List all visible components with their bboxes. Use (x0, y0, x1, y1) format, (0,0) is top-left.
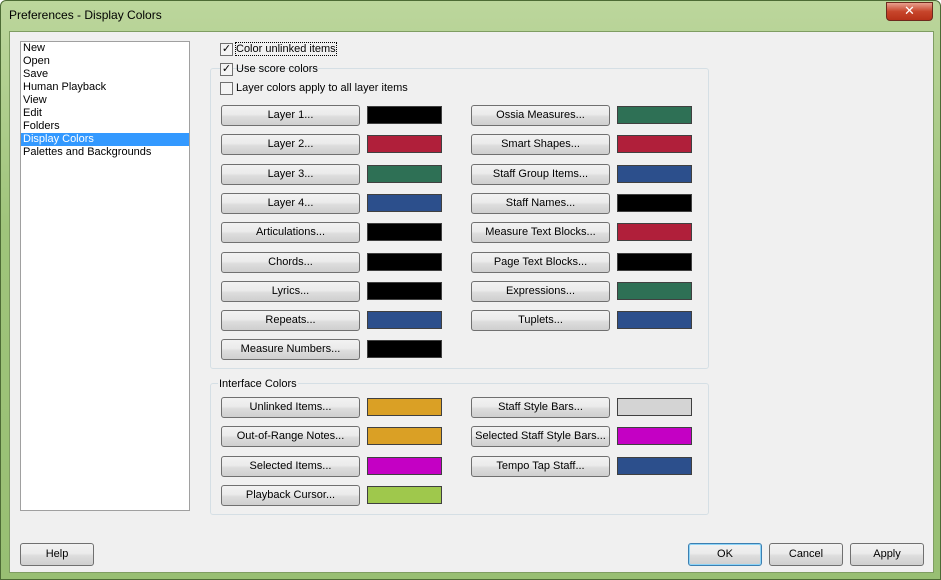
tuplets-button[interactable]: Tuplets... (471, 310, 610, 332)
layer-4-color-swatch[interactable] (367, 193, 442, 212)
layer-3-button[interactable]: Layer 3... (221, 163, 360, 185)
color-unlinked-label: Color unlinked items (235, 42, 337, 56)
page-text-blocks-color-swatch[interactable] (617, 252, 692, 271)
category-item[interactable]: View (21, 94, 189, 107)
expressions-color-swatch[interactable] (617, 281, 692, 300)
unlinked-items-color-swatch[interactable] (367, 398, 442, 416)
close-button[interactable]: ✕ (886, 2, 933, 21)
staff-names-color-swatch[interactable] (617, 193, 692, 212)
use-score-colors-label: Use score colors (236, 63, 318, 75)
layer-1-button[interactable]: Layer 1... (221, 105, 360, 126)
out-of-range-notes-button[interactable]: Out-of-Range Notes... (221, 426, 360, 448)
measure-text-blocks-button[interactable]: Measure Text Blocks... (471, 222, 610, 244)
category-list[interactable]: New Open Save Human Playback View Edit Folders… (20, 41, 190, 511)
layer-colors-all-label: Layer colors apply to all layer items (236, 82, 408, 94)
category-item[interactable]: Edit (21, 107, 189, 120)
lyrics-button[interactable]: Lyrics... (221, 280, 360, 302)
unlinked-items-button[interactable]: Unlinked Items... (221, 397, 360, 418)
out-of-range-notes-color-swatch[interactable] (367, 427, 442, 446)
use-score-colors-checkbox[interactable]: ✓ (220, 62, 233, 76)
preferences-window: Preferences - Display Colors ✕ New Open Sa… (0, 0, 941, 580)
layer-colors-all-checkbox[interactable] (220, 81, 233, 95)
layer-3-color-swatch[interactable] (367, 164, 442, 183)
layer-colors-all-option[interactable]: Layer colors apply to all layer items (220, 80, 408, 96)
category-item[interactable]: Folders (21, 120, 189, 133)
category-item[interactable]: Display Colors (21, 133, 189, 146)
selected-staff-style-bars-button[interactable]: Selected Staff Style Bars... (471, 426, 610, 448)
articulations-button[interactable]: Articulations... (221, 222, 360, 244)
window-title: Preferences - Display Colors (9, 8, 162, 22)
tempo-tap-staff-button[interactable]: Tempo Tap Staff... (471, 455, 610, 477)
staff-names-button[interactable]: Staff Names... (471, 192, 610, 214)
layer-2-color-swatch[interactable] (367, 135, 442, 154)
color-unlinked-option[interactable]: ✓ Color unlinked items (220, 41, 337, 57)
category-item[interactable]: Palettes and Backgrounds (21, 146, 189, 159)
playback-cursor-color-swatch[interactable] (367, 485, 442, 504)
layer-2-button[interactable]: Layer 2... (221, 134, 360, 156)
measure-text-blocks-color-swatch[interactable] (617, 223, 692, 242)
chords-color-swatch[interactable] (367, 252, 442, 271)
color-unlinked-checkbox[interactable]: ✓ (220, 42, 233, 56)
use-score-colors-option[interactable]: ✓ Use score colors (220, 61, 318, 77)
smart-shapes-color-swatch[interactable] (617, 135, 692, 154)
cancel-button[interactable]: Cancel (769, 543, 843, 566)
playback-cursor-button[interactable]: Playback Cursor... (221, 484, 360, 506)
lyrics-color-swatch[interactable] (367, 281, 442, 300)
repeats-button[interactable]: Repeats... (221, 310, 360, 332)
ossia-measures-button[interactable]: Ossia Measures... (471, 105, 610, 126)
measure-numbers-button[interactable]: Measure Numbers... (221, 339, 360, 361)
title-bar[interactable]: Preferences - Display Colors ✕ (1, 1, 940, 31)
selected-staff-style-bars-color-swatch[interactable] (617, 427, 692, 446)
measure-numbers-color-swatch[interactable] (367, 340, 442, 359)
staff-style-bars-color-swatch[interactable] (617, 398, 692, 416)
help-button[interactable]: Help (20, 543, 94, 566)
page-text-blocks-button[interactable]: Page Text Blocks... (471, 251, 610, 273)
tuplets-color-swatch[interactable] (617, 311, 692, 330)
category-item[interactable]: Open (21, 55, 189, 68)
staff-group-items-button[interactable]: Staff Group Items... (471, 163, 610, 185)
category-item[interactable]: New (21, 42, 189, 55)
selected-items-button[interactable]: Selected Items... (221, 455, 360, 477)
chords-button[interactable]: Chords... (221, 251, 360, 273)
interface-colors-title: Interface Colors (218, 378, 298, 390)
layer-1-color-swatch[interactable] (367, 106, 442, 124)
smart-shapes-button[interactable]: Smart Shapes... (471, 134, 610, 156)
staff-style-bars-button[interactable]: Staff Style Bars... (471, 397, 610, 418)
apply-button[interactable]: Apply (850, 543, 924, 566)
ok-button[interactable]: OK (688, 543, 762, 566)
category-item[interactable]: Human Playback (21, 81, 189, 94)
category-item[interactable]: Save (21, 68, 189, 81)
ossia-measures-color-swatch[interactable] (617, 106, 692, 124)
staff-group-items-color-swatch[interactable] (617, 164, 692, 183)
tempo-tap-staff-color-swatch[interactable] (617, 456, 692, 475)
layer-4-button[interactable]: Layer 4... (221, 192, 360, 214)
expressions-button[interactable]: Expressions... (471, 280, 610, 302)
articulations-color-swatch[interactable] (367, 223, 442, 242)
selected-items-color-swatch[interactable] (367, 456, 442, 475)
repeats-color-swatch[interactable] (367, 311, 442, 330)
dialog-client-area: New Open Save Human Playback View Edit Folders… (9, 31, 934, 573)
